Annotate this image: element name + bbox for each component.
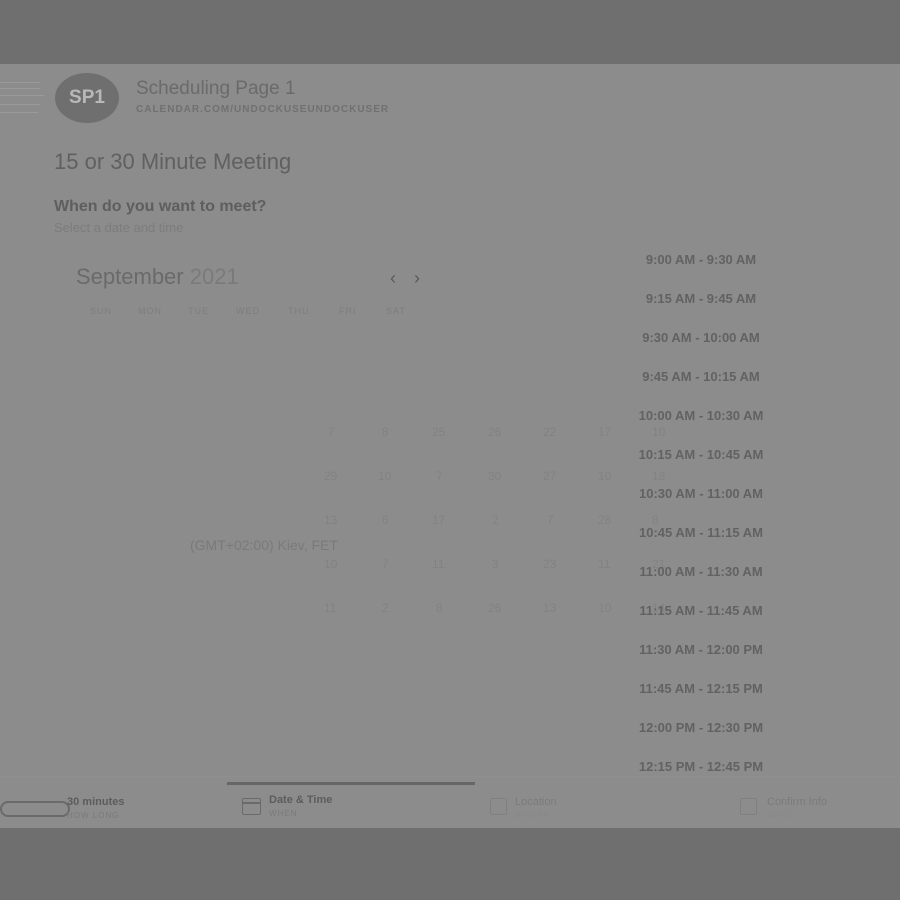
active-step-indicator — [227, 782, 475, 785]
calendar-day: 13 — [324, 513, 338, 527]
when-heading: When do you want to meet? — [54, 198, 267, 215]
page-url: CALENDAR.COM/UNDOCKUSEUNDOCKUSER — [136, 104, 390, 115]
calendar-day: 22 — [543, 425, 557, 439]
time-slot[interactable]: 12:00 PM - 12:30 PM — [626, 715, 776, 741]
calendar-day: 10 — [598, 601, 612, 615]
calendar-day: 6 — [382, 513, 389, 527]
chevron-right-icon: › — [414, 268, 420, 288]
calendar-weekdays: SUN MON TUE WED THU FRI SAT — [76, 306, 416, 318]
time-slot[interactable]: 9:30 AM - 10:00 AM — [626, 325, 776, 351]
location-icon — [490, 798, 507, 815]
calendar-day: 8 — [436, 601, 443, 615]
calendar-day: 10 — [324, 557, 338, 571]
avatar: SP1 — [55, 73, 119, 123]
scheduling-panel: SP1 Scheduling Page 1 CALENDAR.COM/UNDOC… — [0, 64, 900, 828]
calendar-day: 11 — [598, 557, 611, 571]
calendar-day: 13 — [543, 601, 557, 615]
calendar-day: 2 — [492, 513, 499, 527]
calendar-day: 25 — [432, 425, 446, 439]
time-slot[interactable]: 11:30 AM - 12:00 PM — [626, 637, 776, 663]
timezone-label[interactable]: (GMT+02:00) Kiev, FET — [190, 537, 338, 553]
time-slot[interactable]: 11:45 AM - 12:15 PM — [626, 676, 776, 702]
modal-overlay-top — [0, 0, 900, 64]
calendar-day: 23 — [543, 557, 557, 571]
calendar-day: 26 — [488, 601, 502, 615]
calendar-day: 7 — [382, 557, 389, 571]
calendar-day: 2 — [382, 601, 389, 615]
calendar-day: 8 — [382, 425, 389, 439]
next-month-button[interactable]: › — [414, 268, 420, 289]
modal-overlay-bottom — [0, 828, 900, 900]
time-slot[interactable]: 10:00 AM - 10:30 AM — [626, 403, 776, 429]
weekday-label: THU — [288, 306, 310, 316]
time-slot[interactable]: 10:45 AM - 11:15 AM — [626, 520, 776, 546]
time-slot[interactable]: 9:45 AM - 10:15 AM — [626, 364, 776, 390]
chevron-left-icon: ‹ — [390, 268, 396, 288]
steps-divider — [0, 776, 900, 777]
time-slot[interactable]: 9:00 AM - 9:30 AM — [626, 247, 776, 273]
step-sublabel: WHERE — [515, 811, 550, 820]
step-label: 30 minutes — [67, 796, 125, 808]
page-title: Scheduling Page 1 — [136, 78, 296, 99]
calendar-icon — [242, 798, 261, 815]
calendar-day: 11 — [324, 601, 337, 615]
when-subtitle: Select a date and time — [54, 220, 184, 235]
step-sublabel: INFO — [767, 811, 791, 820]
duration-pill-icon — [0, 801, 70, 817]
calendar-day: 17 — [598, 425, 612, 439]
time-slot[interactable]: 10:30 AM - 11:00 AM — [626, 481, 776, 507]
weekday-label: WED — [236, 306, 260, 316]
calendar-day: 10 — [598, 469, 612, 483]
weekday-label: TUE — [188, 306, 209, 316]
calendar-day: 27 — [543, 469, 557, 483]
prev-month-button[interactable]: ‹ — [390, 268, 396, 289]
meeting-title: 15 or 30 Minute Meeting — [54, 149, 292, 174]
calendar-month-name: September — [76, 264, 184, 289]
calendar-day: 17 — [432, 513, 446, 527]
calendar-day: 28 — [598, 513, 612, 527]
weekday-label: MON — [138, 306, 162, 316]
time-slot[interactable]: 11:00 AM - 11:30 AM — [626, 559, 776, 585]
calendar-day: 7 — [436, 469, 443, 483]
step-label: Location — [515, 796, 557, 808]
calendar-day: 10 — [378, 469, 392, 483]
step-label: Date & Time — [269, 794, 333, 806]
time-slot[interactable]: 11:15 AM - 11:45 AM — [626, 598, 776, 624]
calendar-day: 30 — [488, 469, 502, 483]
step-sublabel: WHEN — [269, 809, 298, 818]
calendar-month: September 2021 — [76, 264, 239, 290]
step-sublabel: HOW LONG — [67, 811, 120, 820]
calendar-day: 29 — [324, 469, 338, 483]
calendar-day: 11 — [432, 557, 445, 571]
confirm-icon — [740, 798, 757, 815]
weekday-label: SAT — [386, 306, 406, 316]
time-slot[interactable]: 10:15 AM - 10:45 AM — [626, 442, 776, 468]
calendar-day: 7 — [328, 425, 335, 439]
step-label: Confirm Info — [767, 796, 827, 808]
time-slot[interactable]: 9:15 AM - 9:45 AM — [626, 286, 776, 312]
calendar-day: 7 — [547, 513, 554, 527]
calendar-day: 3 — [492, 557, 499, 571]
weekday-label: FRI — [339, 306, 357, 316]
calendar-day: 26 — [488, 425, 502, 439]
weekday-label: SUN — [90, 306, 113, 316]
left-edge-lines — [0, 64, 44, 164]
calendar-year: 2021 — [189, 264, 239, 289]
